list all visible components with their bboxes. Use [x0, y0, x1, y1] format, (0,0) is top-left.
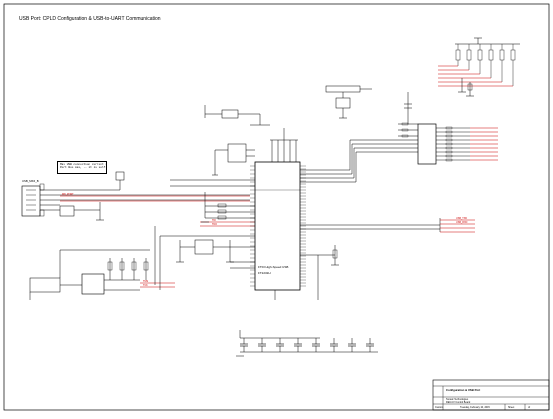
title-block-sheet: Sheet — [508, 405, 515, 409]
red-nets-left — [60, 195, 255, 288]
bypass-capacitor-row — [236, 338, 378, 357]
chip-right-pins — [300, 165, 306, 287]
crystal-circuit — [154, 226, 255, 290]
net-label-tdo: TDO — [212, 223, 218, 226]
title-block-of: of — [528, 405, 530, 409]
title-block-date: Tuesday, February 10, 2015 — [460, 405, 490, 409]
pullup-resistor — [455, 49, 461, 61]
pullup-resistor — [499, 49, 505, 61]
usb-current-note: Max USB connection current is 500mA (USB… — [57, 161, 107, 174]
net-label-tck: TCK — [143, 284, 148, 287]
chip-label-part: FT2232H — [258, 271, 271, 275]
pullup-resistor — [477, 49, 483, 61]
title-block-company-2: DE0-CV Control Board — [446, 400, 471, 404]
title-block-rev: Custom — [435, 405, 444, 409]
schematic-drawing — [3, 3, 550, 411]
net-label-md-port: MD_PORT — [62, 193, 74, 196]
level-shifter-ic — [398, 92, 437, 165]
top-center-connector — [325, 85, 372, 119]
net-label-usb-rxd: USB_RXD — [456, 221, 468, 224]
pullup-resistor — [466, 49, 472, 61]
eeprom-ic — [212, 143, 255, 176]
title-block-frame — [432, 379, 550, 411]
note-line-2: Port Bus max, -- it is self-protected. — [60, 166, 107, 170]
pullup-resistor-array — [438, 37, 520, 87]
connector-label: USB_MINI_B — [22, 179, 39, 183]
chip-label-main: FTDI High-Speed USB — [258, 265, 289, 269]
pullup-resistor — [510, 49, 516, 61]
sheet-border — [3, 3, 550, 411]
net-label-tdi: TDI — [212, 219, 216, 222]
right-bus — [300, 139, 441, 232]
schematic-sheet: USB Port: CPLD Configuration & USB-to-UA… — [0, 0, 553, 414]
pullup-resistor — [488, 49, 494, 61]
level-shifter-outputs — [436, 126, 498, 162]
net-label-usb-txd: USB_TXD — [456, 217, 468, 220]
chip-top-wires — [270, 128, 298, 162]
usb-connector — [21, 183, 250, 217]
top-power-regulator — [204, 105, 270, 126]
regulator-block — [29, 249, 150, 300]
net-label-tms: TMS — [143, 280, 149, 283]
top-right-misc — [458, 78, 474, 97]
title-block-title: Configuration & USB Port — [446, 388, 481, 392]
sheet-title: USB Port: CPLD Configuration & USB-to-UA… — [19, 16, 161, 22]
